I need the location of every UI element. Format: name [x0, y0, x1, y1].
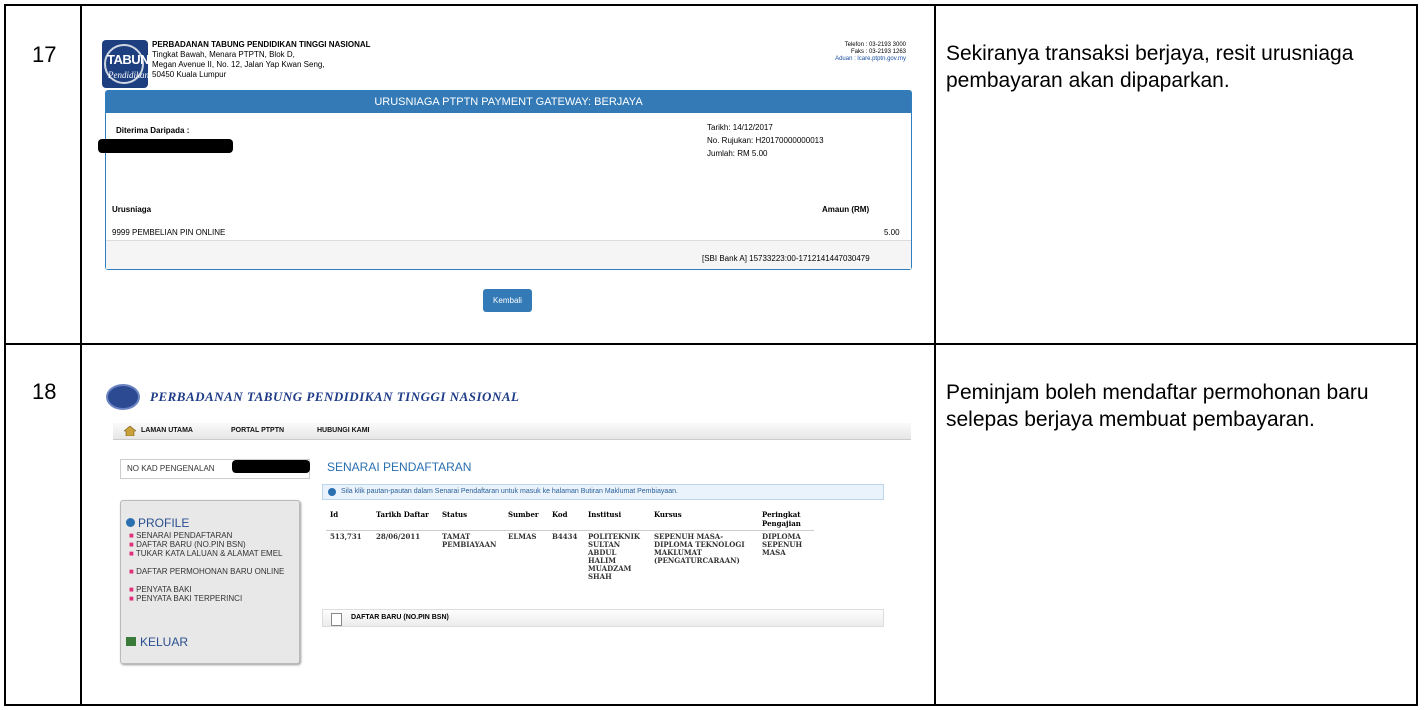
fax-text: Faks : 03-2193 1263	[850, 49, 906, 55]
item-description: 9999 PEMBELIAN PIN ONLINE	[112, 228, 226, 237]
receipt-panel: URUSNIAGA PTPTN PAYMENT GATEWAY: BERJAYA	[105, 90, 912, 270]
complaint-link[interactable]: Aduan : lcare.ptptn.gov.my	[835, 56, 906, 63]
info-banner: Sila klik pautan-pautan dalam Senarai Pe…	[322, 484, 884, 500]
sidebar-item-daftar-baru[interactable]: ■ DAFTAR BARU (NO.PIN BSN)	[129, 540, 299, 549]
profile-heading: PROFILE	[126, 517, 296, 529]
sidebar-item-daftar-permohonan[interactable]: ■ DAFTAR PERMOHONAN BARU ONLINE	[129, 567, 299, 576]
th-kod: Kod	[548, 508, 584, 531]
table-row[interactable]: 513,731 28/06/2011 TAMAT PEMBIAYAAN ELMA…	[326, 531, 814, 584]
cell-kod: B4434	[552, 532, 578, 541]
sidebar-menu: PROFILE ■ SENARAI PENDAFTARAN ■ DAFTAR B…	[120, 500, 300, 664]
phone-text: Telefon : 03-2193 3000	[844, 42, 906, 48]
th-sumber: Sumber	[504, 508, 548, 531]
section-title: SENARAI PENDAFTARAN	[327, 460, 472, 474]
col-amaun: Amaun (RM)	[822, 205, 870, 214]
address-line: Megan Avenue II, No. 12, Jalan Yap Kwan …	[152, 60, 325, 69]
nav-laman-utama[interactable]: LAMAN UTAMA	[141, 427, 193, 434]
column-divider	[934, 6, 936, 704]
sidebar-item-tukar-kata-laluan[interactable]: ■ TUKAR KATA LALUAN & ALAMAT EMEL	[129, 549, 299, 558]
receipt-total: Jumlah: RM 5.00	[707, 149, 768, 158]
sidebar-item-senarai[interactable]: ■ SENARAI PENDAFTARAN	[129, 531, 299, 540]
row-description: Peminjam boleh mendaftar permohonan baru…	[946, 381, 1369, 431]
bank-reference: [SBI Bank A] 15733223:00-171214144703047…	[702, 254, 870, 263]
cell-id[interactable]: 513,731	[326, 531, 372, 584]
row-number: 17	[32, 42, 57, 67]
column-divider	[80, 6, 82, 704]
nav-hubungi-kami[interactable]: HUBUNGI KAMI	[317, 427, 370, 434]
row-number: 18	[32, 379, 57, 404]
cell-tarikh: 28/06/2011	[376, 532, 421, 541]
cell-sumber: ELMAS	[508, 532, 537, 541]
back-button[interactable]: Kembali	[483, 289, 532, 312]
ptptn-logo: TABUNG Pendidikan	[102, 40, 159, 88]
th-institusi: Institusi	[584, 508, 650, 531]
col-urusniaga: Urusniaga	[112, 205, 152, 214]
th-kursus: Kursus	[650, 508, 758, 531]
received-from-label: Diterima Daripada :	[116, 126, 190, 135]
redacted-ic	[232, 460, 310, 473]
portal-title: PERBADANAN TABUNG PENDIDIKAN TINGGI NASI…	[150, 389, 520, 404]
logout-link[interactable]: KELUAR	[126, 636, 296, 648]
info-icon	[328, 488, 336, 496]
ptptn-emblem-icon	[104, 382, 144, 412]
sidebar-item-penyata-baki[interactable]: ■ PENYATA BAKI	[129, 585, 299, 594]
th-tarikh: Tarikh Daftar	[372, 508, 438, 531]
logout-icon	[126, 637, 136, 646]
home-icon[interactable]	[124, 426, 136, 436]
th-peringkat: Peringkat Pengajian	[758, 508, 814, 531]
org-name: PERBADANAN TABUNG PENDIDIKAN TINGGI NASI…	[152, 40, 371, 49]
address-line: 50450 Kuala Lumpur	[152, 70, 227, 79]
registration-table: Id Tarikh Daftar Status Sumber Kod Insti…	[326, 508, 814, 583]
nav-portal-ptptn[interactable]: PORTAL PTPTN	[231, 427, 284, 434]
row-description: Sekiranya transaksi berjaya, resit urusn…	[946, 42, 1354, 92]
document-add-icon	[331, 613, 342, 626]
address-line: Tingkat Bawah, Menara PTPTN, Blok D,	[152, 50, 295, 59]
cell-status: TAMAT PEMBIAYAAN	[442, 532, 497, 549]
receipt-banner: URUSNIAGA PTPTN PAYMENT GATEWAY: BERJAYA	[106, 91, 911, 113]
receipt-date: Tarikh: 14/12/2017	[707, 123, 773, 132]
th-status: Status	[438, 508, 504, 531]
profile-icon	[126, 518, 135, 527]
sidebar-item-penyata-terperinci[interactable]: ■ PENYATA BAKI TERPERINCI	[129, 594, 299, 603]
cell-peringkat: DIPLOMA SEPENUH MASA	[762, 532, 803, 557]
row-divider	[6, 343, 1416, 345]
receipt-reference: No. Rujukan: H20170000000013	[707, 136, 824, 145]
redacted-name	[98, 139, 233, 153]
cell-kursus: SEPENUH MASA-DIPLOMA TEKNOLOGI MAKLUMAT …	[654, 532, 745, 565]
th-id: Id	[326, 508, 372, 531]
item-amount: 5.00	[884, 228, 900, 237]
daftar-baru-button[interactable]: DAFTAR BARU (NO.PIN BSN)	[322, 609, 884, 627]
cell-institusi: POLITEKNIK SULTAN ABDUL HALIM MUADZAM SH…	[588, 532, 640, 581]
